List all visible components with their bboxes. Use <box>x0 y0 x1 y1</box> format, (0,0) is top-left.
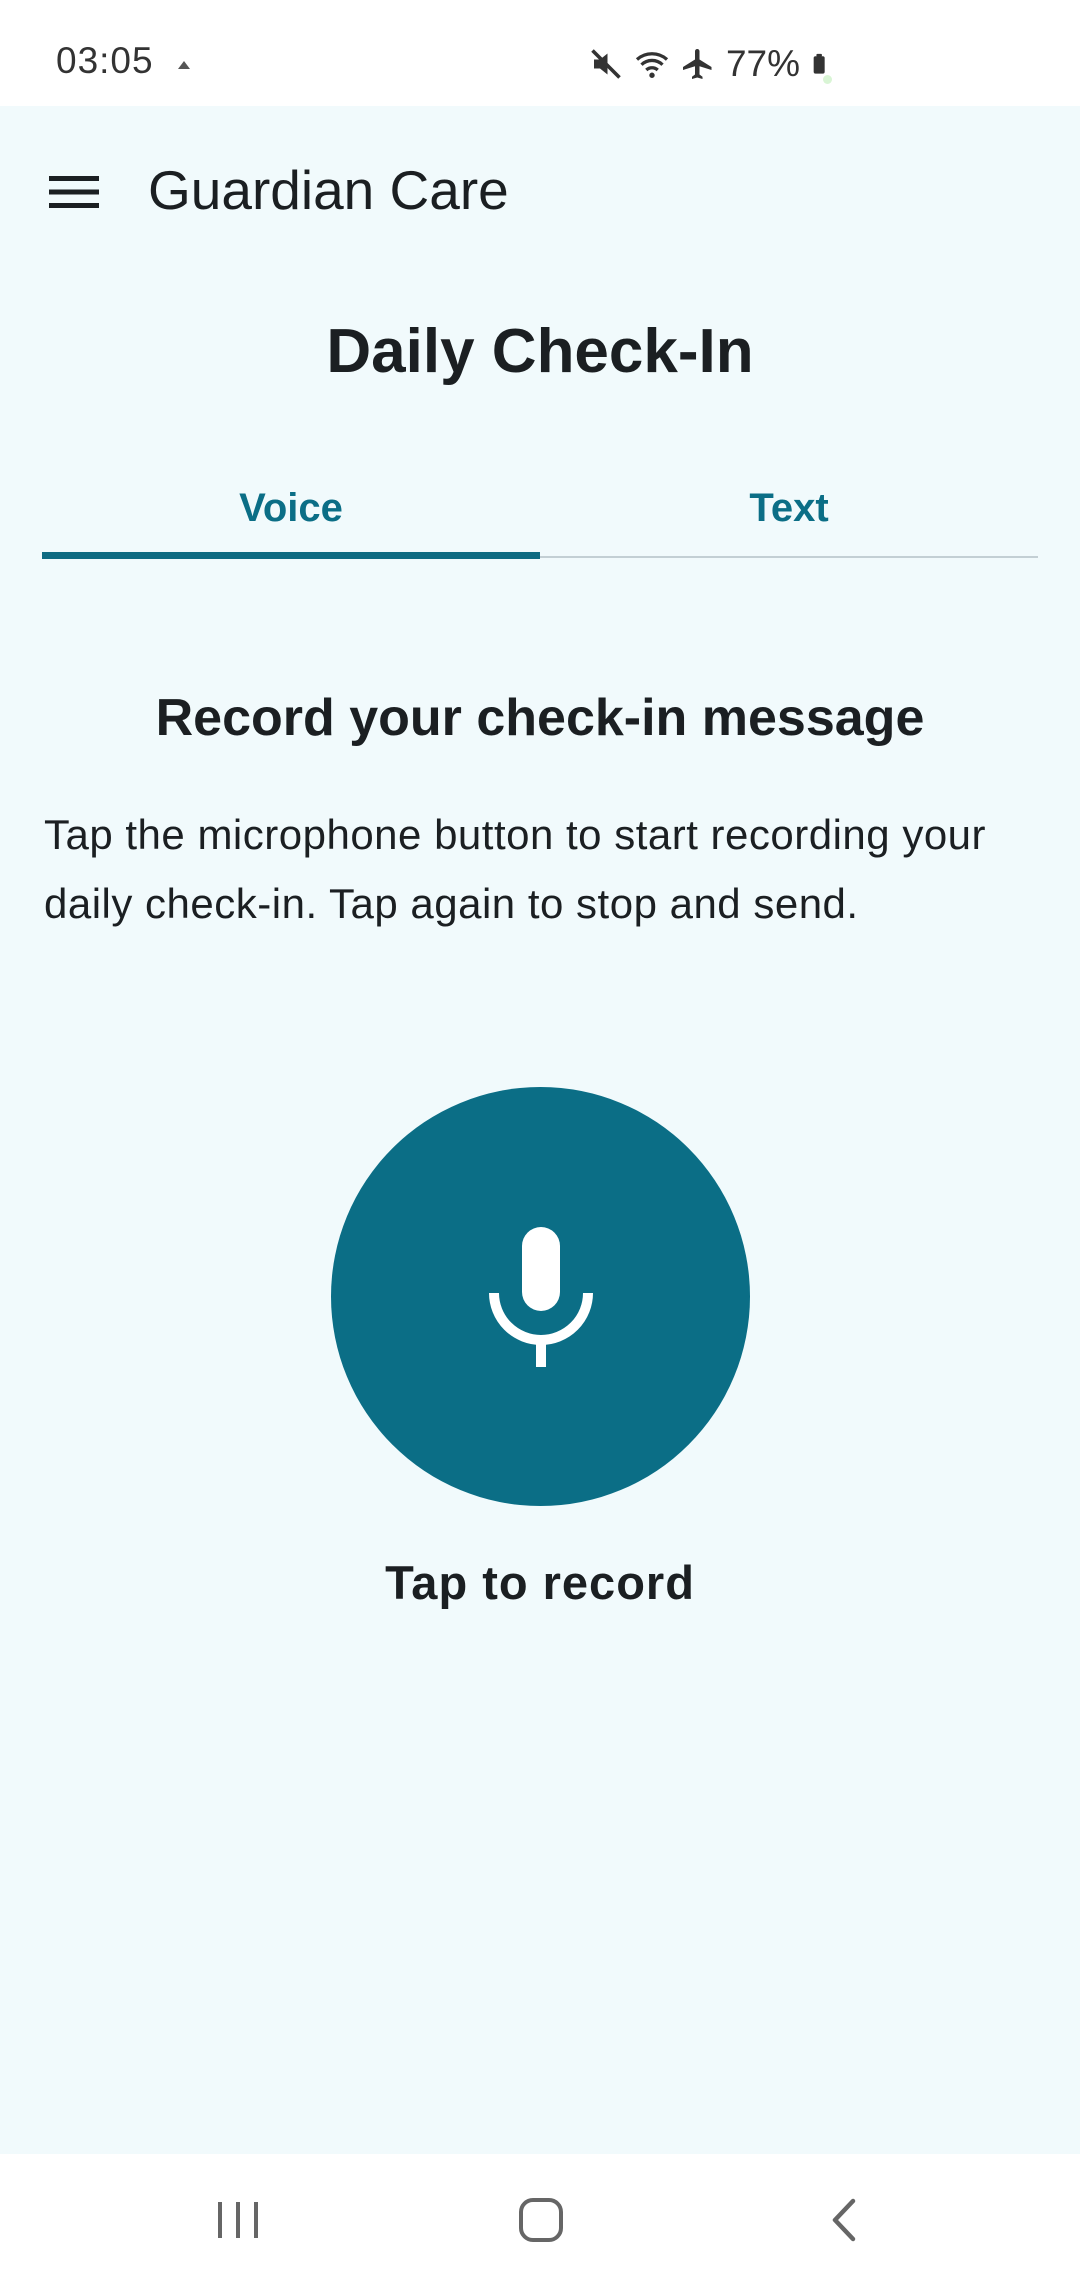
notification-dot-icon <box>178 61 190 69</box>
recents-button[interactable] <box>208 2190 268 2250</box>
status-icons: 77% <box>588 43 832 84</box>
microphone-icon <box>488 1226 593 1367</box>
tab-bar: Voice Text <box>42 460 1038 560</box>
page-title: Daily Check-In <box>326 317 754 386</box>
tab-voice[interactable]: Voice <box>42 460 540 556</box>
menu-button[interactable] <box>44 162 104 222</box>
record-button[interactable] <box>331 1087 750 1506</box>
app-title: Guardian Care <box>148 159 509 221</box>
privacy-indicator-dot <box>823 75 832 84</box>
home-button[interactable] <box>511 2190 571 2250</box>
wifi-icon <box>635 52 669 78</box>
tab-voice-label: Voice <box>239 485 343 530</box>
tab-selected-indicator <box>42 552 540 559</box>
tab-text[interactable]: Text <box>540 460 1038 556</box>
app-bar: Guardian Care <box>0 106 1080 276</box>
home-icon <box>519 2198 563 2242</box>
record-instructions: Tap the microphone button to start recor… <box>44 811 987 927</box>
battery-percent: 77% <box>725 43 800 84</box>
system-nav-bar <box>0 2154 1080 2280</box>
back-button[interactable] <box>814 2190 874 2250</box>
recents-icon <box>218 2202 258 2238</box>
status-time: 03:05 <box>56 40 154 81</box>
tab-text-label: Text <box>749 485 829 530</box>
status-bar: 03:05 77% <box>0 0 1080 106</box>
mute-icon <box>591 49 621 79</box>
record-heading: Record your check-in message <box>155 689 925 747</box>
back-icon <box>832 2198 856 2242</box>
airplane-icon <box>682 49 712 79</box>
record-caption: Tap to record <box>385 1556 695 1609</box>
hamburger-menu-icon <box>49 176 99 208</box>
